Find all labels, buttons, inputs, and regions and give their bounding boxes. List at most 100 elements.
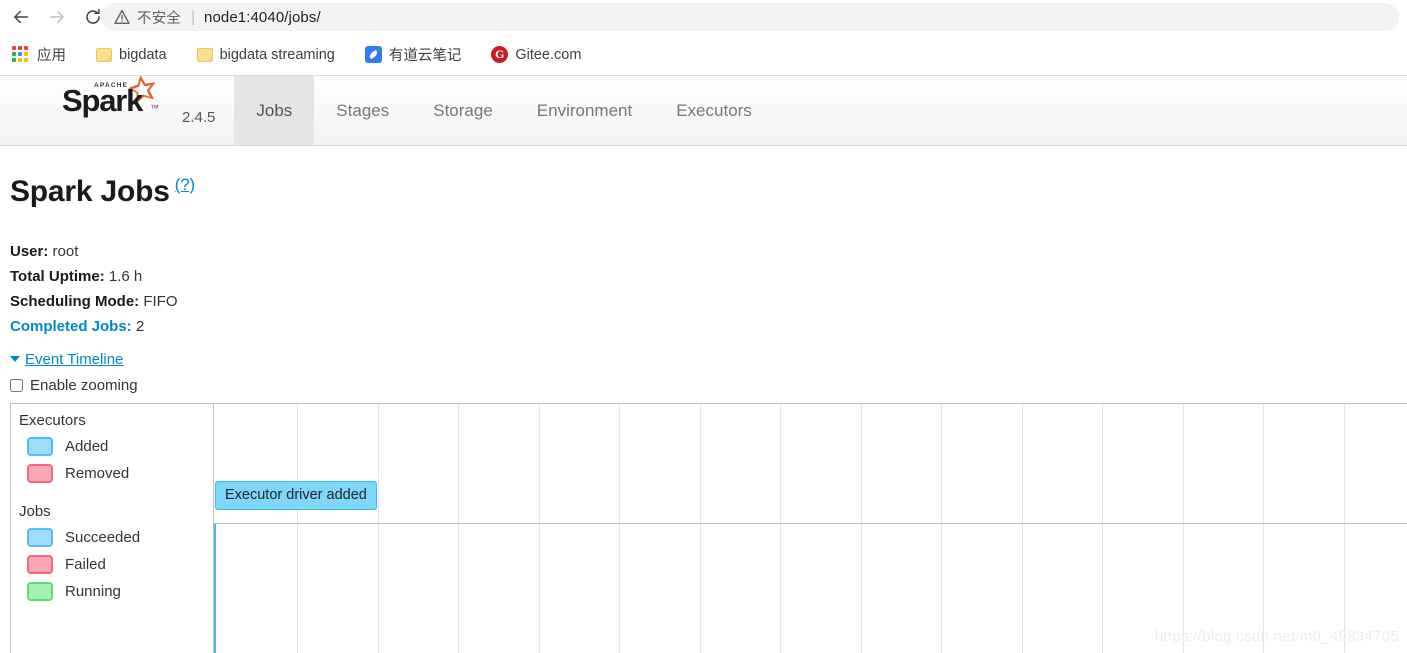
gitee-icon: G [491, 46, 509, 63]
spark-version: 2.4.5 [182, 109, 216, 126]
timeline-gridline [1022, 404, 1023, 653]
timeline-group-executors: Executors Added Removed [11, 404, 213, 483]
summary-value: 2 [135, 318, 145, 335]
browser-toolbar: 不安全 | node1:4040/jobs/ [0, 0, 1407, 34]
completed-jobs-link[interactable]: Completed Jobs: [10, 318, 132, 335]
apache-spark-logo: APACHE Spark ™ [52, 74, 172, 127]
enable-zooming-checkbox[interactable] [10, 379, 23, 392]
event-timeline-toggle[interactable]: Event Timeline [10, 351, 123, 368]
legend-item-running: Running [11, 582, 213, 601]
url-text: node1:4040/jobs/ [204, 8, 321, 26]
spark-nav-tabs: Jobs Stages Storage Environment Executor… [234, 76, 773, 145]
legend-swatch-succeeded [27, 528, 53, 547]
bookmark-bigdata-streaming[interactable]: bigdata streaming [189, 41, 343, 69]
tab-label: Environment [536, 100, 633, 120]
spark-brand[interactable]: APACHE Spark ™ 2.4.5 [0, 74, 216, 145]
legend-label: Added [65, 438, 109, 455]
group-title: Jobs [19, 503, 51, 520]
page-title-text: Spark Jobs [10, 175, 170, 208]
summary-value: 1.6 h [108, 268, 143, 285]
bookmark-label: 有道云笔记 [388, 48, 462, 64]
timeline-group-jobs: Jobs Succeeded Failed Running [11, 494, 213, 601]
bookmark-label: Gitee.com [515, 46, 582, 63]
summary-scheduling-mode: Scheduling Mode: FIFO [10, 289, 178, 314]
apps-grid-icon [12, 45, 30, 64]
timeline-gridline [378, 404, 379, 653]
bookmark-label: bigdata [119, 46, 167, 63]
legend-label: Failed [65, 556, 106, 573]
tab-environment[interactable]: Environment [515, 76, 654, 145]
timeline-event-marker [214, 524, 216, 653]
legend-item-removed: Removed [11, 464, 213, 483]
youdao-note-icon [364, 46, 382, 63]
timeline-row-separator [11, 523, 1407, 524]
legend-swatch-added [27, 437, 53, 456]
timeline-gridline [539, 404, 540, 653]
legend-label: Running [65, 583, 121, 600]
summary-label: Scheduling Mode: [10, 293, 140, 310]
legend-swatch-removed [27, 464, 53, 483]
bookmark-label: bigdata streaming [219, 46, 335, 63]
folder-icon [96, 47, 112, 62]
omnibox-separator: | [191, 8, 196, 26]
legend-item-succeeded: Succeeded [11, 528, 213, 547]
spark-navbar: APACHE Spark ™ 2.4.5 Jobs Stages Storage… [0, 74, 1407, 146]
legend-item-failed: Failed [11, 555, 213, 574]
legend-swatch-failed [27, 555, 53, 574]
bookmark-label: 应用 [37, 48, 66, 64]
tab-executors[interactable]: Executors [654, 76, 774, 145]
job-summary-list: User: root Total Uptime: 1.6 h Schedulin… [10, 239, 178, 339]
reload-icon [86, 8, 100, 24]
forward-button[interactable] [42, 2, 72, 32]
timeline-gridline [1344, 404, 1345, 653]
summary-total-uptime: Total Uptime: 1.6 h [10, 264, 178, 289]
legend-swatch-running [27, 582, 53, 601]
watermark-text: https://blog.csdn.net/m0_49834705 [1154, 628, 1399, 645]
group-title: Executors [19, 412, 86, 429]
bookmark-youdao-note[interactable]: 有道云笔记 [357, 41, 470, 69]
tab-storage[interactable]: Storage [411, 76, 515, 145]
timeline-gridlines [11, 404, 1407, 653]
enable-zooming-label: Enable zooming [30, 377, 138, 394]
tab-label: Executors [676, 100, 752, 120]
timeline-gridline [458, 404, 459, 653]
summary-value: root [52, 243, 79, 260]
summary-completed-jobs: Completed Jobs: 2 [10, 314, 178, 339]
timeline-gridline [619, 404, 620, 653]
back-button[interactable] [6, 2, 36, 32]
folder-icon [196, 47, 213, 62]
summary-value: FIFO [143, 293, 178, 310]
help-link[interactable]: (?) [175, 175, 195, 194]
timeline-gridline [700, 404, 701, 653]
page-title: Spark Jobs (?) [10, 175, 195, 209]
timeline-gridline [1102, 404, 1103, 653]
legend-item-added: Added [11, 437, 213, 456]
summary-label: User: [10, 243, 49, 260]
timeline-gridline [941, 404, 942, 653]
event-timeline-label: Event Timeline [25, 351, 124, 368]
address-bar[interactable]: 不安全 | node1:4040/jobs/ [101, 3, 1399, 31]
timeline-event-label: Executor driver added [225, 487, 367, 503]
event-timeline-chart[interactable]: Executors Added Removed Jobs Succeeded F… [10, 403, 1407, 653]
summary-user: User: root [10, 239, 178, 264]
svg-text:™: ™ [150, 103, 159, 113]
spark-logo-icon: APACHE Spark ™ [62, 75, 159, 118]
warning-triangle-icon [114, 9, 130, 24]
summary-label: Total Uptime: [10, 268, 105, 285]
bookmark-apps[interactable]: 应用 [2, 41, 74, 69]
timeline-gridline [861, 404, 862, 653]
bookmark-bigdata[interactable]: bigdata [88, 41, 175, 69]
bookmark-gitee[interactable]: G Gitee.com [483, 41, 589, 69]
browser-window: 不安全 | node1:4040/jobs/ 应用 bigdata bigdat… [0, 0, 1407, 653]
tab-label: Jobs [256, 100, 293, 120]
tab-stages[interactable]: Stages [314, 76, 411, 145]
tab-jobs[interactable]: Jobs [234, 76, 315, 145]
security-status-text: 不安全 [137, 10, 182, 27]
timeline-event-executor-driver-added[interactable]: Executor driver added [215, 481, 377, 510]
timeline-legend-panel: Executors Added Removed Jobs Succeeded F… [11, 404, 214, 653]
timeline-gridline [1263, 404, 1264, 653]
svg-text:Spark: Spark [62, 83, 144, 118]
timeline-gridline [1183, 404, 1184, 653]
legend-label: Removed [65, 465, 130, 482]
legend-label: Succeeded [65, 529, 141, 546]
